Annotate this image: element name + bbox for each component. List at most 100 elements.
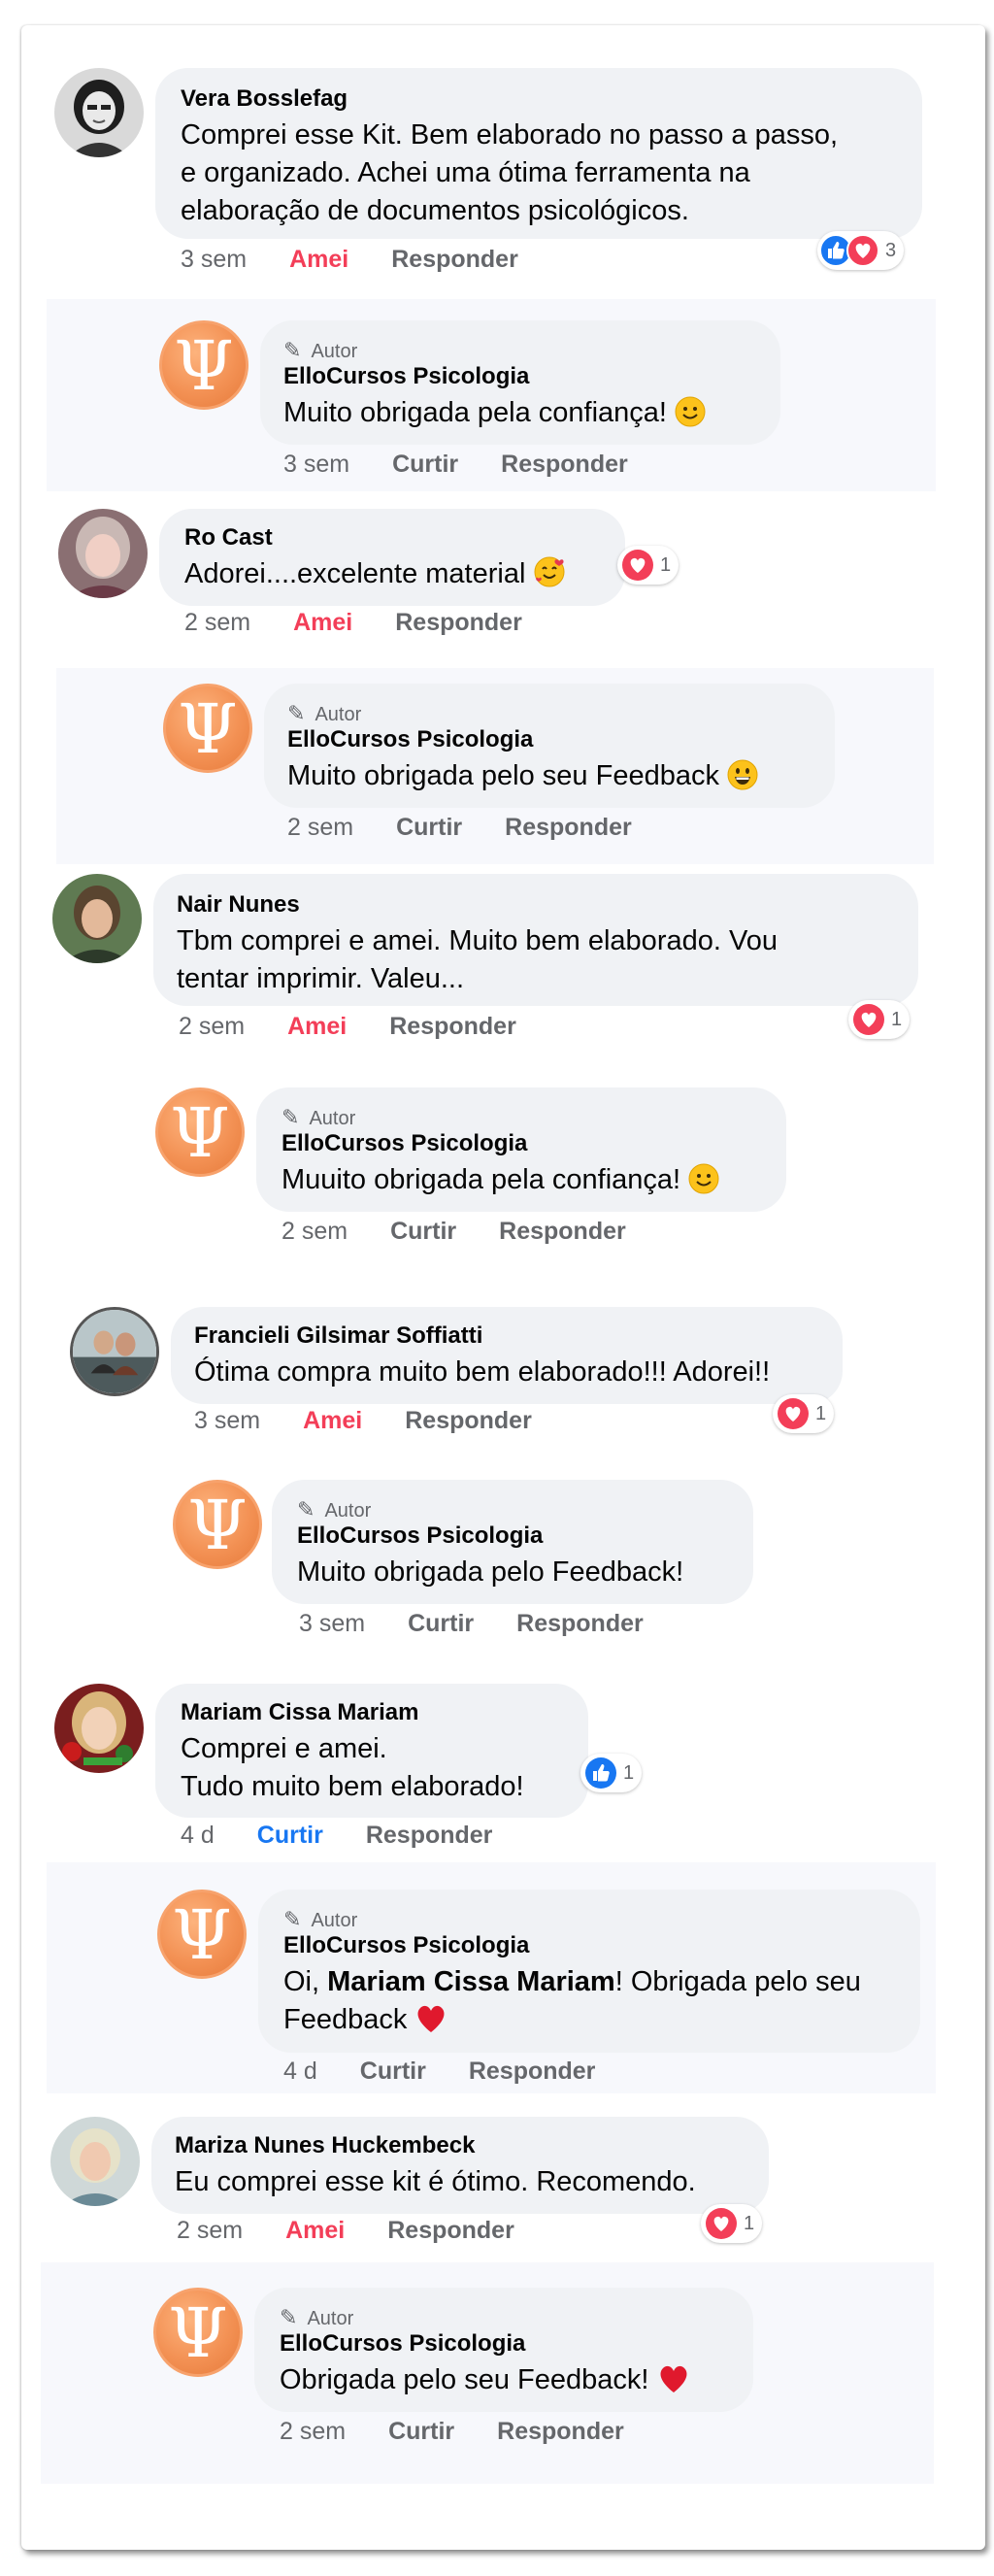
amei-button[interactable]: Amei: [293, 609, 352, 637]
commenter-name[interactable]: Mariza Nunes Huckembeck: [175, 2132, 475, 2159]
timestamp[interactable]: 2 sem: [179, 1013, 245, 1041]
mention-link[interactable]: Mariam Cissa Mariam: [327, 1966, 615, 1997]
curtir-button[interactable]: Curtir: [360, 2057, 426, 2086]
comment-actions: 4 d Curtir Responder: [181, 1822, 535, 1850]
timestamp[interactable]: 3 sem: [194, 1407, 260, 1435]
reply-button[interactable]: Responder: [405, 1407, 532, 1435]
reaction-summary[interactable]: 1: [617, 546, 679, 585]
reply-button[interactable]: Responder: [505, 814, 632, 842]
reply-button[interactable]: Responder: [387, 2217, 514, 2245]
reply-button[interactable]: Responder: [395, 609, 522, 637]
reaction-summary[interactable]: 1: [701, 2204, 763, 2243]
avatar[interactable]: [54, 68, 144, 157]
curtir-button[interactable]: Curtir: [257, 1822, 323, 1850]
comment-actions: 3 sem Amei Responder: [194, 1407, 575, 1435]
heart-reaction-icon: [852, 1003, 885, 1036]
timestamp[interactable]: 4 d: [283, 2057, 317, 2086]
comment-actions: 4 d Curtir Responder: [283, 2057, 638, 2086]
reaction-summary[interactable]: 3: [817, 231, 905, 270]
avatar-photo: [50, 2117, 140, 2206]
reply-button[interactable]: Responder: [366, 1822, 493, 1850]
ellocursos-logo-avatar[interactable]: Ψ: [153, 2288, 243, 2377]
author-badge: ✎ Autor: [297, 1497, 372, 1522]
comment-text-line: Tbm comprei e amei. Muito bem elaborado.…: [177, 925, 778, 956]
comment-text-line: Eu comprei esse kit é ótimo. Recomendo.: [175, 2166, 696, 2197]
ellocursos-logo-avatar[interactable]: Ψ: [173, 1480, 262, 1569]
curtir-button[interactable]: Curtir: [388, 2418, 454, 2446]
reaction-summary[interactable]: 1: [773, 1394, 835, 1433]
heart-reaction-icon: [621, 549, 654, 582]
avatar[interactable]: [52, 874, 142, 963]
comment-text-line: Muuito obrigada pela confiança!: [282, 1161, 719, 1205]
comment-text-line: e organizado. Achei uma ótima ferramenta…: [181, 157, 750, 188]
avatar-photo: [58, 509, 148, 598]
commenter-name[interactable]: ElloCursos Psicologia: [283, 363, 529, 390]
reaction-summary[interactable]: 1: [848, 1000, 911, 1039]
commenter-name[interactable]: ElloCursos Psicologia: [297, 1522, 543, 1550]
reply-button[interactable]: Responder: [389, 1013, 516, 1041]
commenter-name[interactable]: ElloCursos Psicologia: [283, 1932, 529, 1959]
curtir-button[interactable]: Curtir: [390, 1218, 456, 1246]
timestamp[interactable]: 3 sem: [299, 1610, 365, 1638]
avatar[interactable]: [70, 1307, 159, 1396]
amei-button[interactable]: Amei: [289, 246, 348, 274]
comment-text-line: Obrigada pelo seu Feedback!: [280, 2361, 690, 2405]
reply-button[interactable]: Responder: [497, 2418, 624, 2446]
timestamp[interactable]: 4 d: [181, 1822, 215, 1850]
commenter-name[interactable]: Nair Nunes: [177, 891, 300, 919]
curtir-button[interactable]: Curtir: [408, 1610, 474, 1638]
timestamp[interactable]: 3 sem: [283, 451, 349, 479]
avatar-photo: [54, 1684, 144, 1773]
ellocursos-logo-avatar[interactable]: Ψ: [163, 684, 252, 773]
author-badge: ✎ Autor: [280, 2305, 354, 2329]
author-badge: ✎ Autor: [282, 1105, 356, 1129]
comment-text-line: Adorei....excelente material: [184, 555, 566, 599]
comment-actions: 3 sem Amei Responder: [181, 246, 561, 274]
author-badge: ✎ Autor: [283, 1907, 358, 1931]
timestamp[interactable]: 2 sem: [280, 2418, 346, 2446]
reply-button[interactable]: Responder: [516, 1610, 644, 1638]
commenter-name[interactable]: Vera Bosslefag: [181, 85, 348, 113]
timestamp[interactable]: 2 sem: [282, 1218, 348, 1246]
reply-button[interactable]: Responder: [391, 246, 518, 274]
commenter-name[interactable]: ElloCursos Psicologia: [280, 2330, 525, 2358]
reaction-count: 1: [744, 2212, 755, 2234]
commenter-name[interactable]: ElloCursos Psicologia: [282, 1130, 527, 1157]
pencil-icon: ✎: [283, 338, 302, 362]
timestamp[interactable]: 2 sem: [287, 814, 353, 842]
avatar[interactable]: [54, 1684, 144, 1773]
grinning-face-emoji-icon: [727, 759, 758, 801]
comment-actions: 2 sem Curtir Responder: [282, 1218, 669, 1246]
reaction-summary[interactable]: 1: [580, 1754, 643, 1792]
comment-text-line: Muito obrigada pelo seu Feedback: [287, 757, 758, 801]
amei-button[interactable]: Amei: [285, 2217, 345, 2245]
avatar[interactable]: [50, 2117, 140, 2206]
commenter-name[interactable]: Mariam Cissa Mariam: [181, 1699, 418, 1726]
timestamp[interactable]: 2 sem: [184, 609, 250, 637]
curtir-button[interactable]: Curtir: [396, 814, 462, 842]
commenter-name[interactable]: Ro Cast: [184, 524, 273, 552]
amei-button[interactable]: Amei: [287, 1013, 347, 1041]
amei-button[interactable]: Amei: [303, 1407, 362, 1435]
comment-text-line: Muito obrigada pelo Feedback!: [297, 1556, 684, 1588]
smile-emoji-icon: [688, 1163, 719, 1205]
heart-reaction-icon: [777, 1397, 810, 1430]
comment-actions: 3 sem Curtir Responder: [299, 1610, 686, 1638]
avatar[interactable]: [58, 509, 148, 598]
ellocursos-logo-avatar[interactable]: Ψ: [155, 1087, 245, 1177]
timestamp[interactable]: 2 sem: [177, 2217, 243, 2245]
commenter-name[interactable]: ElloCursos Psicologia: [287, 726, 533, 753]
reaction-count: 1: [891, 1008, 903, 1030]
reply-button[interactable]: Responder: [469, 2057, 596, 2086]
ellocursos-logo-avatar[interactable]: Ψ: [157, 1890, 247, 1979]
curtir-button[interactable]: Curtir: [392, 451, 458, 479]
ellocursos-logo-avatar[interactable]: Ψ: [159, 320, 248, 410]
timestamp[interactable]: 3 sem: [181, 246, 247, 274]
reaction-count: 1: [815, 1402, 827, 1424]
comment-text-line: Feedback: [283, 2001, 447, 2045]
comment-actions: 2 sem Curtir Responder: [287, 814, 675, 842]
commenter-name[interactable]: Francieli Gilsimar Soffiatti: [194, 1322, 482, 1350]
comment-text-line: Comprei e amei.: [181, 1733, 387, 1764]
reply-button[interactable]: Responder: [501, 451, 628, 479]
reply-button[interactable]: Responder: [499, 1218, 626, 1246]
